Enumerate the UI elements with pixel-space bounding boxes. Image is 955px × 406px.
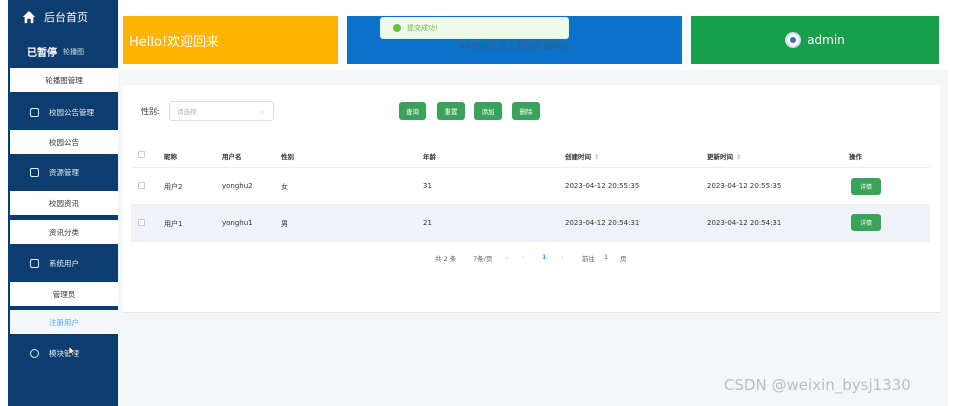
success-toast: 提交成功!: [380, 17, 569, 39]
sidebar-item-label: 注册用户: [49, 317, 79, 327]
cell-username: yonghu2: [222, 182, 253, 190]
sidebar-item-news[interactable]: 校园资讯: [10, 191, 118, 215]
users-icon: [30, 258, 39, 268]
cell-updated: 2023-04-12 20:54:31: [707, 219, 782, 227]
select-placeholder: 请选择: [177, 108, 197, 116]
cell-gender: 男: [281, 220, 288, 228]
sidebar-item-label: 轮播图管理: [45, 75, 83, 85]
cursor-icon: [68, 345, 76, 357]
chevron-down-icon: ⌄: [504, 253, 510, 261]
sidebar-item-label: 校园资讯: [49, 198, 79, 208]
sidebar-group-label: 校园公告管理: [49, 107, 94, 117]
page-size-select[interactable]: 7条/页: [473, 253, 492, 263]
sidebar-group-modules[interactable]: 模块管理: [8, 338, 118, 368]
header-created-label: 创建时间: [565, 153, 591, 161]
divider: [131, 241, 930, 242]
page-number[interactable]: 1: [542, 253, 547, 261]
button-label: 添加: [481, 108, 495, 116]
sidebar-item-label: 管理员: [52, 289, 76, 299]
sidebar-item-label: 校园公告: [49, 137, 79, 147]
home-label: 后台首页: [44, 11, 88, 24]
row-checkbox[interactable]: [138, 219, 145, 226]
edit-icon: [30, 107, 39, 117]
avatar: [785, 32, 802, 48]
sidebar-home[interactable]: 后台首页: [8, 0, 118, 34]
delete-button[interactable]: 删除: [512, 102, 540, 120]
header-updated[interactable]: 更新时间 ⇕: [707, 151, 741, 161]
toast-message: 提交成功!: [407, 24, 438, 32]
header-created[interactable]: 创建时间 ⇕: [565, 151, 599, 161]
goto-input[interactable]: 1: [604, 253, 608, 261]
gender-select[interactable]: 请选择 ⌄: [169, 101, 274, 121]
button-label: 重置: [444, 108, 458, 116]
sidebar-group-label: 系统用户: [49, 258, 79, 268]
search-button[interactable]: 查询: [399, 102, 426, 120]
cell-username: yonghu1: [222, 219, 253, 227]
sidebar-item-label: 资讯分类: [49, 227, 79, 237]
cell-created: 2023-04-12 20:54:31: [565, 219, 640, 227]
box-icon: [30, 167, 39, 177]
sidebar-item-news-category[interactable]: 资讯分类: [10, 220, 118, 244]
sidebar-item-registered-users[interactable]: 注册用户: [10, 310, 118, 334]
header-updated-label: 更新时间: [707, 153, 733, 161]
check-circle-icon: [393, 24, 401, 32]
cell-updated: 2023-04-12 20:55:35: [707, 182, 782, 190]
welcome-text: Hello!欢迎回来: [129, 34, 220, 50]
welcome-card: Hello!欢迎回来: [123, 16, 338, 64]
button-label: 详情: [859, 184, 872, 191]
paused-sub-label: 轮播图: [63, 47, 84, 56]
sidebar-item-carousel[interactable]: 轮播图管理: [10, 68, 118, 92]
layers-icon: [30, 348, 39, 358]
detail-button[interactable]: 详情: [851, 178, 881, 195]
page-suffix: 页: [620, 255, 627, 263]
user-name: admin: [807, 33, 845, 47]
sidebar-group-announcements[interactable]: 校园公告管理: [8, 97, 118, 127]
cell-gender: 女: [281, 183, 288, 191]
button-label: 详情: [859, 220, 872, 227]
cell-nickname: 用户1: [164, 220, 183, 228]
select-all-checkbox[interactable]: [138, 151, 145, 158]
sidebar-group-resources[interactable]: 资源管理: [8, 157, 118, 187]
cell-age: 31: [423, 182, 432, 190]
sidebar-group-label: 资源管理: [49, 167, 79, 177]
add-button[interactable]: 添加: [474, 102, 502, 120]
sidebar-group-system-users[interactable]: 系统用户: [8, 248, 118, 278]
row-checkbox[interactable]: [138, 182, 145, 189]
user-card[interactable]: admin: [691, 16, 939, 64]
watermark: CSDN @weixin_bysj1330: [724, 376, 911, 394]
header-nickname: 昵称: [164, 153, 177, 161]
detail-button[interactable]: 详情: [851, 214, 881, 231]
gender-filter-label: 性别:: [141, 107, 160, 116]
header-gender: 性别: [281, 153, 294, 161]
header-age: 年龄: [423, 153, 436, 161]
sort-icon: ⇕: [736, 154, 742, 161]
prev-page-icon[interactable]: ‹: [522, 253, 525, 261]
sort-icon: ⇕: [594, 154, 600, 161]
cell-age: 21: [423, 219, 432, 227]
paused-indicator: 已暂停 轮播图: [27, 44, 84, 60]
paused-label: 已暂停: [27, 48, 57, 59]
cell-created: 2023-04-12 20:55:35: [565, 182, 640, 190]
header-username: 用户名: [222, 153, 242, 161]
goto-label: 前往: [582, 255, 595, 263]
home-icon: [22, 10, 36, 24]
button-label: 删除: [519, 108, 533, 116]
cell-nickname: 用户2: [164, 183, 183, 191]
site-title-text: XX校园生活工具的前端网站: [458, 41, 571, 52]
sidebar-item-admin[interactable]: 管理员: [10, 282, 118, 306]
header-actions: 操作: [849, 153, 862, 161]
pagination-total: 共 2 条: [435, 255, 457, 263]
next-page-icon[interactable]: ›: [561, 253, 564, 261]
reset-button[interactable]: 重置: [437, 102, 465, 120]
button-label: 查询: [406, 108, 419, 116]
chevron-down-icon: ⌄: [259, 107, 265, 115]
sidebar-item-announcement[interactable]: 校园公告: [10, 130, 118, 154]
